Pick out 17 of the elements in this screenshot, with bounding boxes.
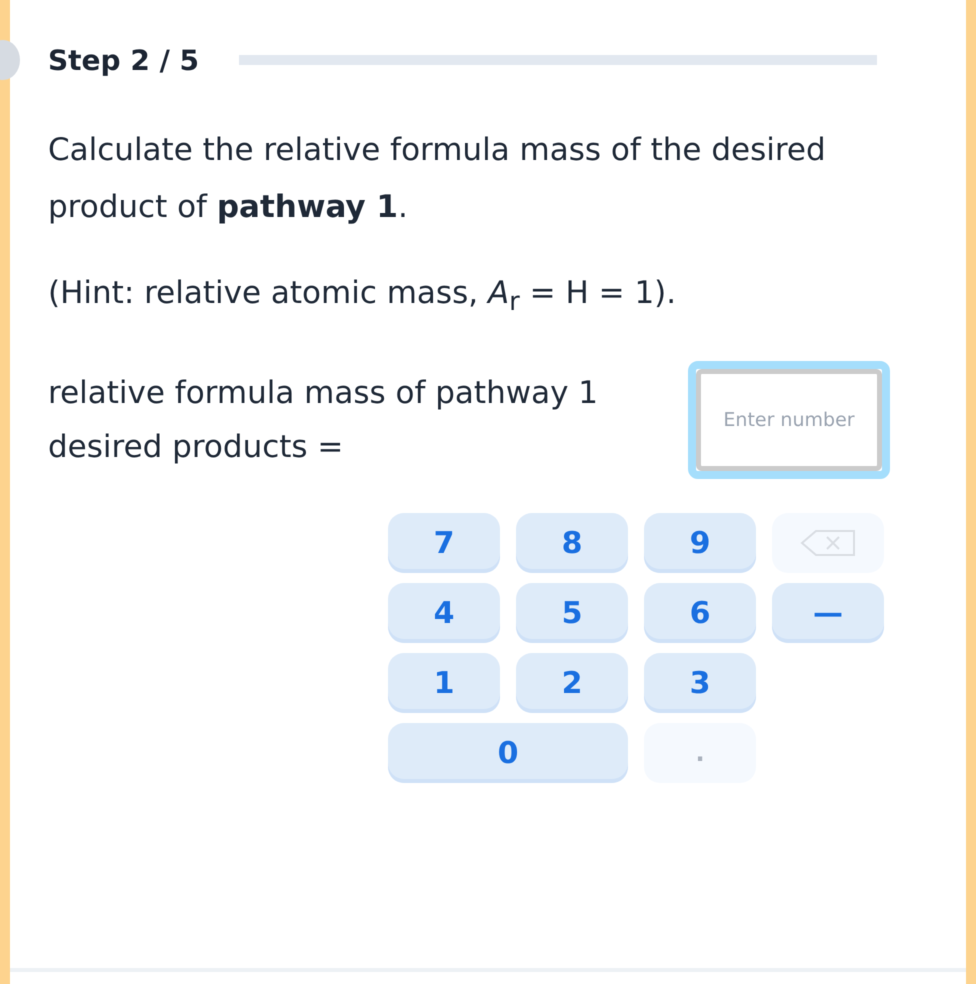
digit-key[interactable]: 5	[516, 583, 628, 644]
digit-key[interactable]: 0	[388, 723, 628, 784]
answer-label: relative formula mass of pathway 1 desired products =	[48, 374, 600, 468]
digit-key[interactable]: 6	[644, 583, 756, 644]
question-text: Calculate the relative formula mass of the desired product of pathway 1.	[48, 131, 827, 227]
digit-key[interactable]: 8	[516, 513, 628, 574]
digit-key[interactable]: 1	[388, 653, 500, 714]
number-input-field[interactable]: Enter number	[688, 361, 890, 480]
backspace-icon	[798, 528, 858, 558]
digit-key[interactable]: 2	[516, 653, 628, 714]
minus-key[interactable]: —	[772, 583, 884, 644]
digit-key[interactable]: 4	[388, 583, 500, 644]
digit-key[interactable]: 9	[644, 513, 756, 574]
digit-key[interactable]: 7	[388, 513, 500, 574]
digit-key[interactable]: 3	[644, 653, 756, 714]
hint-text: (Hint: relative atomic mass, A$_{r}$ = H = 1).	[48, 274, 678, 320]
step-counter: Step 2 / 5	[48, 44, 200, 76]
